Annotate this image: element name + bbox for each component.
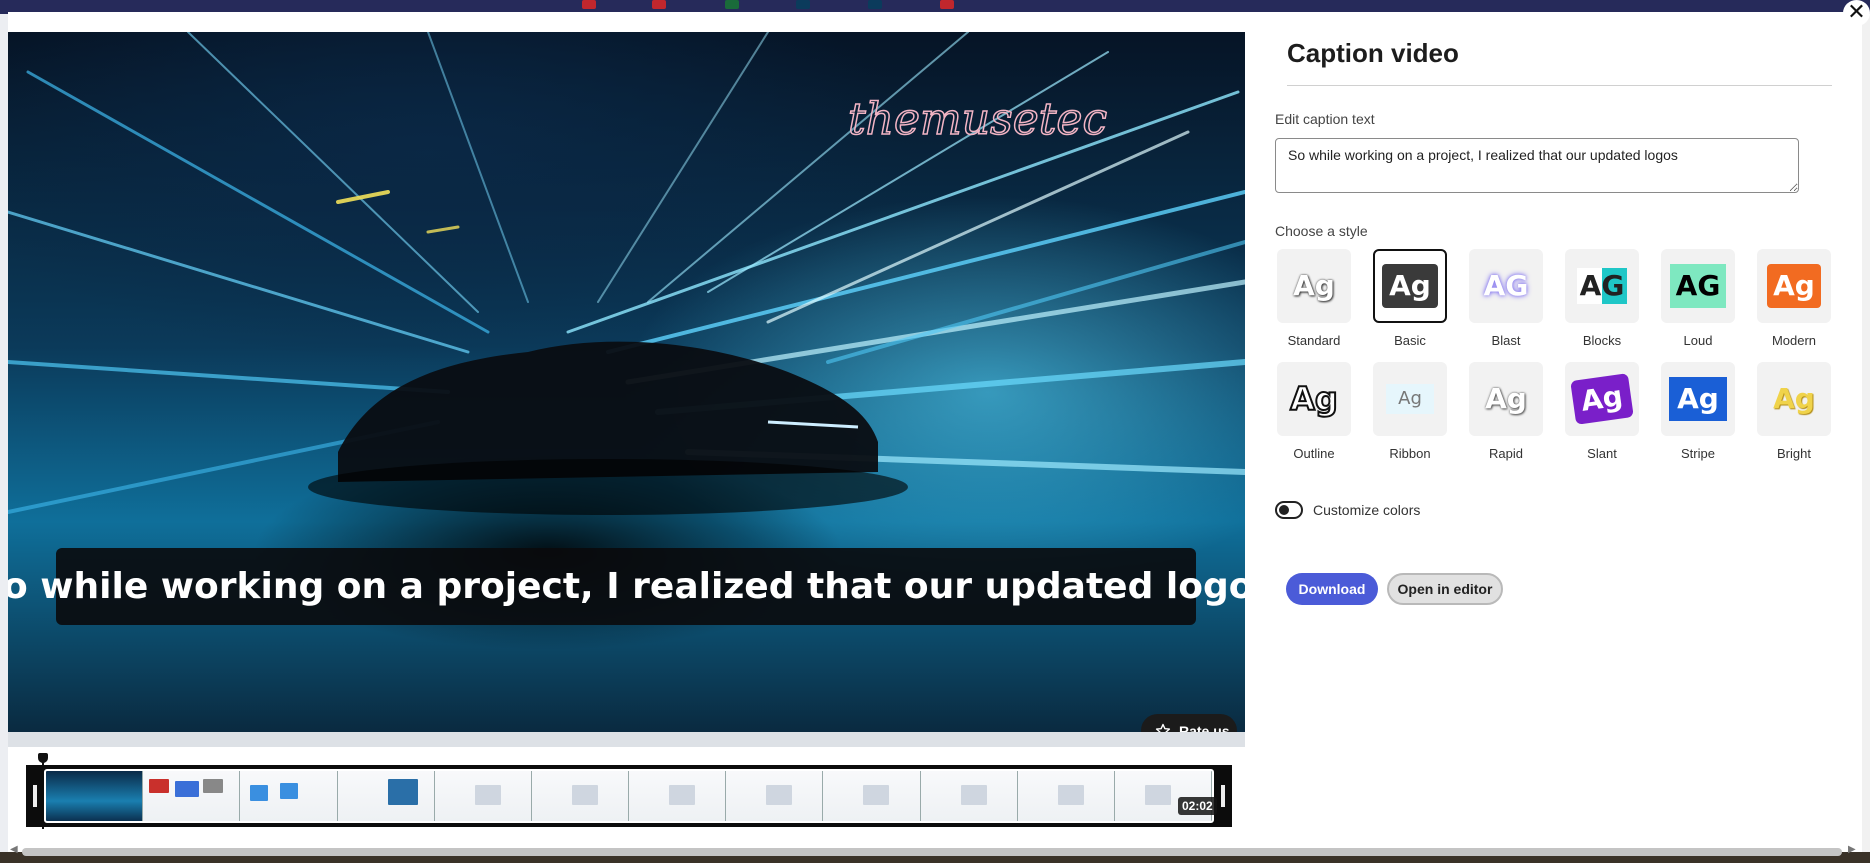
style-loud-label: Loud <box>1683 333 1713 348</box>
edit-caption-label: Edit caption text <box>1275 111 1375 127</box>
divider <box>1287 85 1832 86</box>
app-icon <box>725 0 739 9</box>
style-slant-label: Slant <box>1587 446 1617 461</box>
open-in-editor-button[interactable]: Open in editor <box>1387 573 1503 605</box>
ag-glyph: Ag <box>1293 269 1335 302</box>
style-modern-label: Modern <box>1771 333 1817 348</box>
timeline-trimmer[interactable]: 02:02 <box>26 765 1232 827</box>
scroll-right-arrow-icon[interactable]: ▶ <box>1848 844 1856 855</box>
timeline-frame <box>337 771 435 821</box>
style-ribbon-label: Ribbon <box>1389 446 1431 461</box>
style-blast[interactable]: Ag Blast <box>1467 249 1545 348</box>
style-bright-label: Bright <box>1777 446 1811 461</box>
video-preview[interactable]: themusetech So while working on a projec… <box>8 32 1245 732</box>
ag-glyph: Ag <box>1669 377 1727 421</box>
trim-handle-start[interactable] <box>26 765 44 827</box>
style-stripe-preview: Ag <box>1661 362 1735 436</box>
style-basic-label: Basic <box>1394 333 1426 348</box>
style-slant[interactable]: Ag Slant <box>1563 362 1641 461</box>
caption-overlay-text: So while working on a project, I realize… <box>8 566 1245 607</box>
caption-video-dialog: themusetech So while working on a projec… <box>8 12 1862 856</box>
style-rapid[interactable]: Ag Rapid <box>1467 362 1545 461</box>
style-stripe-label: Stripe <box>1681 446 1715 461</box>
ag-glyph: Ag <box>1570 373 1634 425</box>
app-icon <box>652 0 666 9</box>
ag-glyph: Ag <box>1485 382 1527 415</box>
timeline-frame <box>629 771 727 821</box>
star-icon <box>1155 723 1171 732</box>
style-blocks-preview: Ag <box>1565 249 1639 323</box>
watermark-text: themusetech <box>848 94 1108 145</box>
style-blast-preview: Ag <box>1469 249 1543 323</box>
style-standard-preview: Ag <box>1277 249 1351 323</box>
app-icon <box>796 0 810 9</box>
ag-glyph: Ag <box>1576 268 1628 304</box>
timeline-frame <box>920 771 1018 821</box>
trim-handle-end[interactable] <box>1214 765 1232 827</box>
ag-glyph: Ag <box>1767 264 1821 308</box>
horizontal-scrollbar[interactable] <box>22 848 1842 856</box>
style-outline-preview: Ag <box>1277 362 1351 436</box>
style-rapid-label: Rapid <box>1489 446 1523 461</box>
style-modern[interactable]: Ag Modern <box>1755 249 1833 348</box>
caption-settings-panel: Caption video Edit caption text Choose a… <box>1245 12 1862 852</box>
customize-colors-label: Customize colors <box>1313 502 1421 518</box>
style-loud-preview: Ag <box>1661 249 1735 323</box>
watermark-logo: themusetech <box>848 93 1108 146</box>
timeline-frame <box>531 771 630 821</box>
customize-colors-toggle[interactable]: Customize colors <box>1275 501 1420 519</box>
style-loud[interactable]: Ag Loud <box>1659 249 1737 348</box>
style-slant-preview: Ag <box>1565 362 1639 436</box>
style-ribbon-preview: Ag <box>1373 362 1447 436</box>
style-rapid-preview: Ag <box>1469 362 1543 436</box>
style-ribbon[interactable]: Ag Ribbon <box>1371 362 1449 461</box>
timeline-frame <box>240 771 338 821</box>
choose-style-label: Choose a style <box>1275 223 1368 239</box>
ag-glyph: Ag <box>1483 269 1529 302</box>
timeline-thumbnails[interactable] <box>44 769 1214 823</box>
ag-glyph: Ag <box>1669 264 1727 308</box>
style-outline-label: Outline <box>1293 446 1335 461</box>
ag-glyph: Ag <box>1386 384 1434 414</box>
close-icon[interactable]: ✕ <box>1843 0 1870 26</box>
caption-overlay: So while working on a project, I realize… <box>8 548 1245 625</box>
timeline-duration: 02:02 <box>1178 797 1217 815</box>
style-standard-label: Standard <box>1287 333 1341 348</box>
style-outline[interactable]: Ag Outline <box>1275 362 1353 461</box>
background-right-edge <box>1862 14 1870 854</box>
timeline-frame <box>726 771 824 821</box>
style-standard[interactable]: Ag Standard <box>1275 249 1353 348</box>
app-icon <box>582 0 596 9</box>
scroll-left-arrow-icon[interactable]: ◀ <box>10 844 18 855</box>
style-modern-preview: Ag <box>1757 249 1831 323</box>
download-button[interactable]: Download <box>1286 573 1378 605</box>
toggle-switch[interactable] <box>1275 501 1303 519</box>
style-bright[interactable]: Ag Bright <box>1755 362 1833 461</box>
timeline-frame <box>143 771 241 821</box>
caption-text-input[interactable] <box>1275 138 1799 193</box>
style-blocks[interactable]: Ag Blocks <box>1563 249 1641 348</box>
rate-us-button[interactable]: Rate us <box>1141 714 1237 732</box>
timeline-frame <box>46 771 144 821</box>
panel-title: Caption video <box>1287 38 1459 68</box>
ag-glyph: Ag <box>1289 380 1339 418</box>
style-stripe[interactable]: Ag Stripe <box>1659 362 1737 461</box>
app-icon <box>868 0 882 9</box>
style-blocks-label: Blocks <box>1582 333 1622 348</box>
timeline-frame <box>434 771 532 821</box>
background-sidebar <box>0 14 8 854</box>
preview-footer <box>8 732 1245 747</box>
style-bright-preview: Ag <box>1757 362 1831 436</box>
style-basic[interactable]: Ag Basic <box>1371 249 1449 348</box>
ag-glyph: Ag <box>1382 264 1438 308</box>
ag-glyph: Ag <box>1773 382 1815 415</box>
rate-us-label: Rate us <box>1179 722 1230 733</box>
style-basic-preview: Ag <box>1373 249 1447 323</box>
app-icon <box>940 0 954 9</box>
timeline-frame <box>823 771 921 821</box>
style-blast-label: Blast <box>1491 333 1521 348</box>
timeline-frame <box>1017 771 1115 821</box>
